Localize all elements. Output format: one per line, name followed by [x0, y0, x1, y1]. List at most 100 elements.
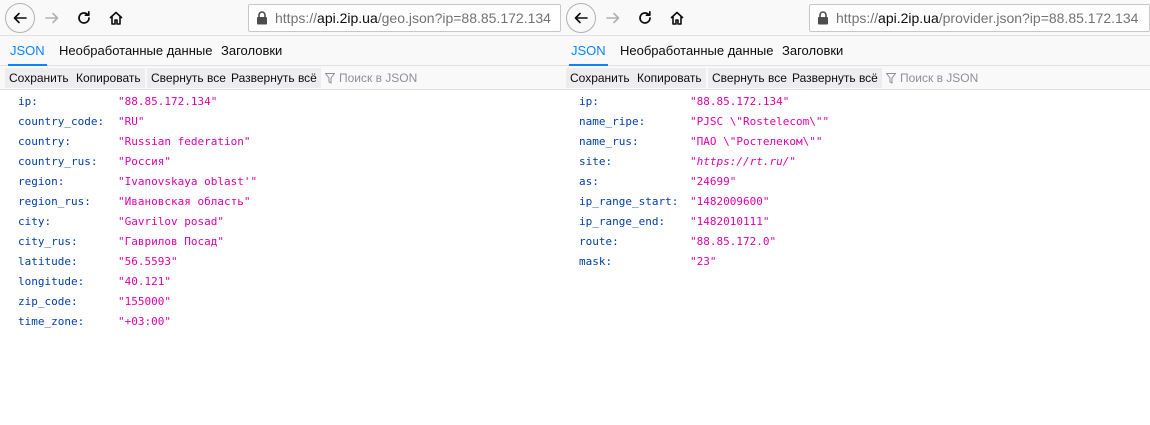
tab-headers[interactable]: Заголовки [219, 36, 284, 66]
url-bar[interactable]: https://api.2ip.ua/provider.json?ip=88.8… [809, 4, 1150, 32]
json-row[interactable]: region: "Ivanovskaya oblast'" [0, 172, 561, 192]
home-button[interactable] [663, 4, 691, 32]
tab-raw-data[interactable]: Необработанные данные [57, 36, 214, 66]
forward-arrow-icon [606, 12, 620, 24]
json-value: "88.85.172.134" [690, 95, 790, 108]
json-key: ip: [579, 95, 599, 108]
url-protocol: https:// [275, 10, 318, 26]
json-row[interactable]: latitude: "56.5593" [0, 252, 561, 272]
json-row[interactable]: name_ripe: "PJSC \"Rostelecom\"" [561, 112, 1150, 132]
expand-all-button[interactable]: Развернуть всё [227, 68, 321, 88]
collapse-all-button[interactable]: Свернуть все [708, 68, 791, 88]
json-key: name_rus: [579, 135, 639, 148]
reload-icon [639, 10, 651, 24]
reload-icon [78, 10, 90, 24]
forward-arrow-icon [45, 12, 59, 24]
json-row[interactable]: name_rus: "ПАО \"Ростелеком\"" [561, 132, 1150, 152]
url-path: /provider.json?ip=88.85.172.134 [938, 10, 1139, 26]
home-icon [109, 11, 123, 25]
json-value: "PJSC \"Rostelecom\"" [690, 115, 830, 128]
json-row[interactable]: country: "Russian federation" [0, 132, 561, 152]
back-button[interactable] [5, 3, 35, 33]
json-row[interactable]: ip: "88.85.172.134" [0, 92, 561, 112]
right-browser-pane: https://api.2ip.ua/provider.json?ip=88.8… [561, 0, 1150, 425]
json-key: mask: [579, 255, 613, 268]
json-value: "1482009600" [690, 195, 770, 208]
forward-button[interactable] [38, 4, 66, 32]
back-button[interactable] [566, 3, 596, 33]
copy-button[interactable]: Копировать [633, 68, 706, 88]
json-row[interactable]: ip_range_start: "1482009600" [561, 192, 1150, 212]
json-key: latitude: [18, 255, 78, 268]
url-host: api.2ip.ua [317, 10, 378, 26]
copy-button[interactable]: Копировать [72, 68, 145, 88]
json-key: longitude: [18, 275, 85, 288]
left-browser-pane: https://api.2ip.ua/geo.json?ip=88.85.172… [0, 0, 561, 425]
json-key: as: [579, 175, 599, 188]
navigation-bar: https://api.2ip.ua/geo.json?ip=88.85.172… [0, 0, 561, 36]
json-value: "88.85.172.0" [690, 235, 777, 248]
json-key: country_code: [18, 115, 105, 128]
json-value: "Россия" [118, 155, 171, 168]
json-row[interactable]: zip_code: "155000" [0, 292, 561, 312]
tab-raw-data[interactable]: Необработанные данные [618, 36, 775, 66]
filter-placeholder: Поиск в JSON [900, 71, 979, 85]
tab-json[interactable]: JSON [569, 36, 608, 66]
tab-headers[interactable]: Заголовки [780, 36, 845, 66]
home-icon [670, 11, 684, 25]
json-value: "56.5593" [118, 255, 178, 268]
json-value: "+03:00" [118, 315, 171, 328]
json-row[interactable]: country_code: "RU" [0, 112, 561, 132]
json-row[interactable]: route: "88.85.172.0" [561, 232, 1150, 252]
json-row[interactable]: city_rus: "Гаврилов Посад" [0, 232, 561, 252]
expand-all-button[interactable]: Развернуть всё [788, 68, 882, 88]
json-tree: ip: "88.85.172.134" country_code: "RU" count… [0, 90, 561, 332]
json-key: site: [579, 155, 613, 168]
json-value: "Gavrilov posad" [118, 215, 224, 228]
json-value: "RU" [118, 115, 145, 128]
save-button[interactable]: Сохранить [5, 68, 73, 88]
json-row[interactable]: country_rus: "Россия" [0, 152, 561, 172]
json-row[interactable]: city: "Gavrilov posad" [0, 212, 561, 232]
filter-icon [325, 72, 335, 84]
json-row[interactable]: longitude: "40.121" [0, 272, 561, 292]
filter-icon [886, 72, 896, 84]
json-value: "Ivanovskaya oblast'" [118, 175, 258, 188]
json-key: ip_range_start: [579, 195, 679, 208]
json-row[interactable]: ip: "88.85.172.134" [561, 92, 1150, 112]
json-key: region: [18, 175, 65, 188]
url-bar[interactable]: https://api.2ip.ua/geo.json?ip=88.85.172… [248, 4, 561, 32]
filter-placeholder: Поиск в JSON [339, 71, 418, 85]
json-row[interactable]: time_zone: "+03:00" [0, 312, 561, 332]
json-key: name_ripe: [579, 115, 646, 128]
save-button[interactable]: Сохранить [566, 68, 634, 88]
json-key: ip_range_end: [579, 215, 666, 228]
json-value: "Гаврилов Посад" [118, 235, 224, 248]
json-toolbar: Сохранить Копировать Свернуть все Развер… [0, 66, 561, 90]
json-value: "40.121" [118, 275, 171, 288]
filter-json-input[interactable]: Поиск в JSON [886, 68, 978, 88]
browser-split-view: https://api.2ip.ua/geo.json?ip=88.85.172… [0, 0, 1150, 425]
json-key: country: [18, 135, 71, 148]
url-path: /geo.json?ip=88.85.172.134 [377, 10, 551, 26]
back-arrow-icon [574, 12, 588, 24]
json-row[interactable]: as: "24699" [561, 172, 1150, 192]
json-row[interactable]: ip_range_end: "1482010111" [561, 212, 1150, 232]
json-key: city_rus: [18, 235, 78, 248]
json-tree: ip: "88.85.172.134" name_ripe: "PJSC \"Rost… [561, 90, 1150, 272]
json-value: "https://rt.ru/" [690, 155, 796, 168]
reload-button[interactable] [631, 4, 659, 32]
filter-json-input[interactable]: Поиск в JSON [325, 68, 417, 88]
forward-button[interactable] [599, 4, 627, 32]
navigation-bar: https://api.2ip.ua/provider.json?ip=88.8… [561, 0, 1150, 36]
json-row[interactable]: mask: "23" [561, 252, 1150, 272]
reload-button[interactable] [70, 4, 98, 32]
home-button[interactable] [102, 4, 130, 32]
tab-json[interactable]: JSON [8, 36, 47, 66]
json-row[interactable]: region_rus: "Ивановская область" [0, 192, 561, 212]
collapse-all-button[interactable]: Свернуть все [147, 68, 230, 88]
json-key: city: [18, 215, 52, 228]
json-row[interactable]: site: "https://rt.ru/" [561, 152, 1150, 172]
json-key: route: [579, 235, 619, 248]
url-protocol: https:// [836, 10, 879, 26]
